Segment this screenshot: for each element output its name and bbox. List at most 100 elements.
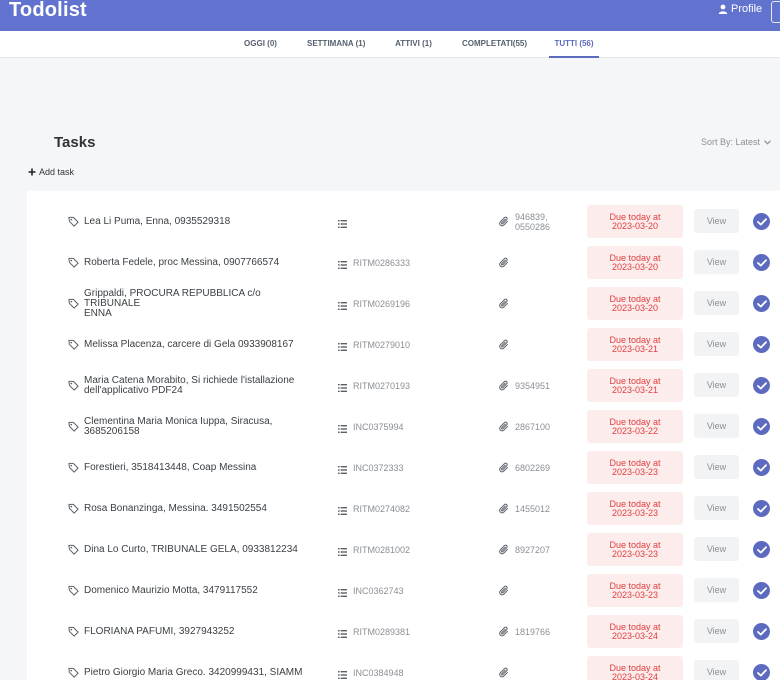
tag-icon	[68, 626, 79, 637]
list-icon	[338, 503, 347, 521]
task-name-line: ENNA	[84, 307, 112, 319]
complete-task-button[interactable]	[753, 254, 770, 271]
task-reference: 2867100	[515, 406, 550, 447]
navbar-toggle-button[interactable]	[771, 1, 780, 23]
paperclip-icon	[499, 502, 510, 520]
check-circle-icon	[756, 463, 767, 472]
task-name-line: Pietro Giorgio Maria Greco. 3420999431, …	[84, 666, 303, 678]
task-name-line: Grippaldi, PROCURA REPUBBLICA c/o TRIBUN…	[84, 287, 261, 309]
add-task-label: Add task	[39, 167, 75, 177]
due-badge: Due today at 2023-03-22	[587, 410, 683, 443]
sort-dropdown[interactable]: Sort By: Latest	[701, 137, 771, 147]
due-date: 2023-03-23	[611, 589, 659, 600]
task-name-line: Roberta Fedele, proc Messina, 0907766574	[84, 256, 280, 268]
profile-link[interactable]: Profile	[718, 3, 762, 15]
brand-logo[interactable]: Todolist	[9, 0, 87, 23]
task-code: INC0372333	[353, 462, 404, 473]
task-code: RITM0289381	[353, 626, 411, 637]
list-icon	[338, 216, 347, 234]
check-circle-icon	[756, 545, 767, 554]
task-name-wrap: Clementina Maria Monica Iuppa, Siracusa,…	[68, 406, 318, 447]
paperclip-icon	[499, 666, 510, 680]
due-badge: Due today at 2023-03-21	[587, 369, 683, 402]
check-circle-icon	[756, 258, 767, 267]
due-date: 2023-03-21	[611, 384, 659, 395]
task-reference: 1455012	[515, 488, 550, 529]
paperclip-icon	[499, 338, 510, 356]
paperclip-icon	[499, 420, 510, 438]
task-row: Domenico Maurizio Motta, 3479117552 INC0…	[28, 570, 780, 611]
task-row: Maria Catena Morabito, Si richiede l'ist…	[28, 365, 780, 406]
complete-task-button[interactable]	[753, 213, 770, 230]
due-badge: Due today at 2023-03-23	[587, 533, 683, 566]
check-circle-icon	[756, 299, 767, 308]
view-button[interactable]: View	[694, 209, 739, 233]
filter-tabs: OGGI (0) SETTIMANA (1) ATTIVI (1) COMPLE…	[0, 31, 780, 58]
task-name[interactable]: Rosa Bonanzinga, Messina. 3491502554	[84, 503, 267, 514]
list-icon	[338, 462, 347, 480]
task-name[interactable]: Forestieri, 3518413448, Coap Messina	[84, 461, 257, 473]
view-button[interactable]: View	[694, 619, 739, 643]
task-row: Melissa Placenza, carcere di Gela 093390…	[28, 324, 780, 365]
tab-completati[interactable]: COMPLETATI(55)	[462, 31, 527, 58]
tab-attivi[interactable]: ATTIVI (1)	[394, 31, 433, 58]
task-name[interactable]: Melissa Placenza, carcere di Gela 093390…	[84, 339, 294, 350]
task-reference: 946839, 0550286	[515, 201, 550, 242]
tag-icon	[68, 380, 79, 391]
task-name[interactable]: Grippaldi, PROCURA REPUBBLICA c/o TRIBUN…	[84, 287, 318, 319]
task-name[interactable]: Maria Catena Morabito, Si richiede l'ist…	[84, 375, 294, 396]
task-name[interactable]: Domenico Maurizio Motta, 3479117552	[84, 584, 258, 596]
view-button[interactable]: View	[694, 332, 739, 356]
page-title: Tasks	[54, 134, 96, 151]
task-ref-line: 2867100	[515, 421, 551, 432]
view-button[interactable]: View	[694, 414, 739, 438]
view-button[interactable]: View	[694, 537, 739, 561]
view-button[interactable]: View	[694, 660, 739, 680]
tab-settimana[interactable]: SETTIMANA (1)	[307, 31, 365, 58]
task-code: RITM0286333	[353, 257, 411, 268]
complete-task-button[interactable]	[753, 336, 770, 353]
complete-task-button[interactable]	[753, 295, 770, 312]
task-name[interactable]: Clementina Maria Monica Iuppa, Siracusa,…	[84, 415, 273, 437]
task-ref-line: 1455012	[515, 503, 551, 514]
view-button[interactable]: View	[694, 578, 739, 602]
due-date: 2023-03-24	[611, 671, 659, 680]
tab-tutti[interactable]: TUTTI (56)	[549, 31, 599, 58]
task-name-line: Forestieri, 3518413448, Coap Messina	[84, 461, 257, 473]
complete-task-button[interactable]	[753, 418, 770, 435]
task-row: Lea Li Puma, Enna, 0935529318 946839, 055…	[28, 201, 780, 242]
task-name-line: Dina Lo Curto, TRIBUNALE GELA, 093381223…	[84, 543, 298, 555]
complete-task-button[interactable]	[753, 541, 770, 558]
task-name[interactable]: Dina Lo Curto, TRIBUNALE GELA, 093381223…	[84, 543, 298, 555]
complete-task-button[interactable]	[753, 664, 770, 680]
task-name-wrap: Maria Catena Morabito, Si richiede l'ist…	[68, 365, 318, 406]
task-code: RITM0269196	[353, 298, 411, 309]
tag-icon	[68, 462, 79, 473]
task-name[interactable]: Pietro Giorgio Maria Greco. 3420999431, …	[84, 666, 303, 678]
paperclip-icon	[499, 297, 510, 315]
complete-task-button[interactable]	[753, 500, 770, 517]
complete-task-button[interactable]	[753, 459, 770, 476]
complete-task-button[interactable]	[753, 377, 770, 394]
due-badge: Due today at 2023-03-23	[587, 574, 683, 607]
view-button[interactable]: View	[694, 250, 739, 274]
add-task-button[interactable]: Add task	[28, 167, 74, 177]
list-icon	[338, 380, 347, 398]
task-name-line: Domenico Maurizio Motta, 3479117552	[84, 584, 258, 596]
view-button[interactable]: View	[694, 291, 739, 315]
task-name-wrap: Dina Lo Curto, TRIBUNALE GELA, 093381223…	[68, 529, 318, 570]
task-name-line: Clementina Maria Monica Iuppa, Siracusa,	[84, 415, 273, 427]
task-name[interactable]: Roberta Fedele, proc Messina, 0907766574	[84, 256, 280, 268]
complete-task-button[interactable]	[753, 582, 770, 599]
due-badge: Due today at 2023-03-24	[587, 656, 683, 680]
tab-oggi[interactable]: OGGI (0)	[242, 31, 279, 58]
task-name[interactable]: Lea Li Puma, Enna, 0935529318	[84, 216, 230, 227]
due-badge: Due today at 2023-03-20	[587, 287, 683, 320]
list-icon	[338, 257, 347, 275]
list-icon	[338, 421, 347, 439]
task-name[interactable]: FLORIANA PAFUMI, 3927943252	[84, 626, 234, 637]
view-button[interactable]: View	[694, 455, 739, 479]
complete-task-button[interactable]	[753, 623, 770, 640]
view-button[interactable]: View	[694, 373, 739, 397]
view-button[interactable]: View	[694, 496, 739, 520]
